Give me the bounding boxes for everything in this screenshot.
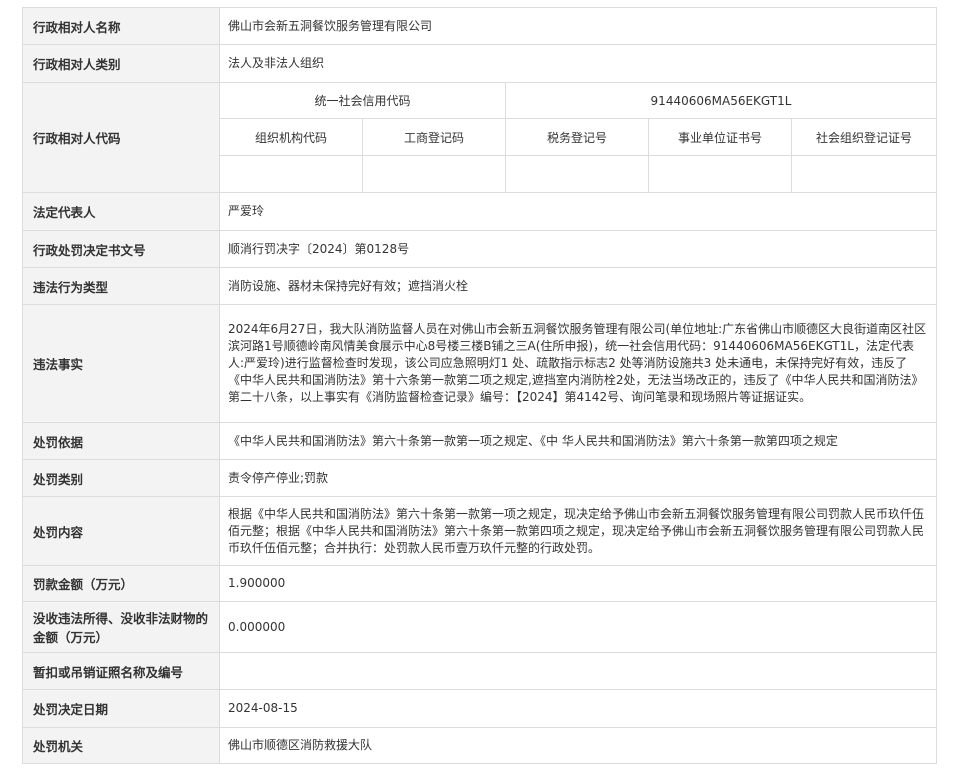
category-value: 责令停产停业;罚款 [219,459,937,497]
basis-value: 《中华人民共和国消防法》第六十条第一款第一项之规定、《中 华人民共和国消防法》第… [219,422,937,460]
entity-name-value: 佛山市会新五洞餐饮服务管理有限公司 [219,7,937,45]
facts-value: 2024年6月27日，我大队消防监督人员在对佛山市会新五洞餐饮服务管理有限公司(… [219,304,937,423]
entity-name-label: 行政相对人名称 [22,7,220,45]
credit-code-value: 91440606MA56EKGT1L [505,82,937,119]
credit-code-label: 统一社会信用代码 [219,82,506,119]
row-authority: 处罚机关 佛山市顺德区消防救援大队 [22,727,937,764]
content-value: 根据《中华人民共和国消防法》第六十条第一款第一项之规定，现决定给予佛山市会新五洞… [219,496,937,566]
legal-rep-value: 严爱玲 [219,192,937,231]
authority-value: 佛山市顺德区消防救援大队 [219,727,937,764]
row-license: 暂扣或吊销证照名称及编号 [22,652,937,690]
row-decision-no: 行政处罚决定书文号 顺消行罚决字〔2024〕第0128号 [22,230,937,268]
row-category: 处罚类别 责令停产停业;罚款 [22,459,937,497]
social-org-header: 社会组织登记证号 [791,118,937,156]
row-violation-type: 违法行为类型 消防设施、器材未保持完好有效；遮挡消火栓 [22,267,937,305]
tax-reg-value [505,155,649,193]
entity-type-value: 法人及非法人组织 [219,44,937,83]
org-code-value [219,155,363,193]
violation-type-value: 消防设施、器材未保持完好有效；遮挡消火栓 [219,267,937,305]
authority-label: 处罚机关 [22,727,220,764]
institution-cert-value [648,155,792,193]
row-credit-code: 行政相对人代码 统一社会信用代码 91440606MA56EKGT1L [22,82,937,193]
row-basis: 处罚依据 《中华人民共和国消防法》第六十条第一款第一项之规定、《中 华人民共和国… [22,422,937,460]
fine-label: 罚款金额（万元） [22,565,220,602]
content-label: 处罚内容 [22,496,220,566]
confiscation-label: 没收违法所得、没收非法财物的金额（万元） [22,601,220,653]
penalty-info-table: 行政相对人名称 佛山市会新五洞餐饮服务管理有限公司 行政相对人类别 法人及非法人… [22,7,937,764]
row-legal-rep: 法定代表人 严爱玲 [22,192,937,231]
row-confiscation: 没收违法所得、没收非法财物的金额（万元） 0.000000 [22,601,937,653]
fine-value: 1.900000 [219,565,937,602]
entity-type-label: 行政相对人类别 [22,44,220,83]
basis-label: 处罚依据 [22,422,220,460]
entity-code-label: 行政相对人代码 [22,82,220,193]
legal-rep-label: 法定代表人 [22,192,220,231]
org-code-header: 组织机构代码 [219,118,363,156]
social-org-value [791,155,937,193]
violation-type-label: 违法行为类型 [22,267,220,305]
row-fine: 罚款金额（万元） 1.900000 [22,565,937,602]
row-entity-name: 行政相对人名称 佛山市会新五洞餐饮服务管理有限公司 [22,7,937,45]
license-label: 暂扣或吊销证照名称及编号 [22,652,220,690]
decision-date-value: 2024-08-15 [219,689,937,728]
row-content: 处罚内容 根据《中华人民共和国消防法》第六十条第一款第一项之规定，现决定给予佛山… [22,496,937,566]
row-facts: 违法事实 2024年6月27日，我大队消防监督人员在对佛山市会新五洞餐饮服务管理… [22,304,937,423]
business-reg-value [362,155,506,193]
category-label: 处罚类别 [22,459,220,497]
license-value [219,652,937,690]
row-entity-type: 行政相对人类别 法人及非法人组织 [22,44,937,83]
row-decision-date: 处罚决定日期 2024-08-15 [22,689,937,728]
confiscation-value: 0.000000 [219,601,937,653]
institution-cert-header: 事业单位证书号 [648,118,792,156]
tax-reg-header: 税务登记号 [505,118,649,156]
decision-no-value: 顺消行罚决字〔2024〕第0128号 [219,230,937,268]
decision-no-label: 行政处罚决定书文号 [22,230,220,268]
business-reg-header: 工商登记码 [362,118,506,156]
facts-label: 违法事实 [22,304,220,423]
decision-date-label: 处罚决定日期 [22,689,220,728]
